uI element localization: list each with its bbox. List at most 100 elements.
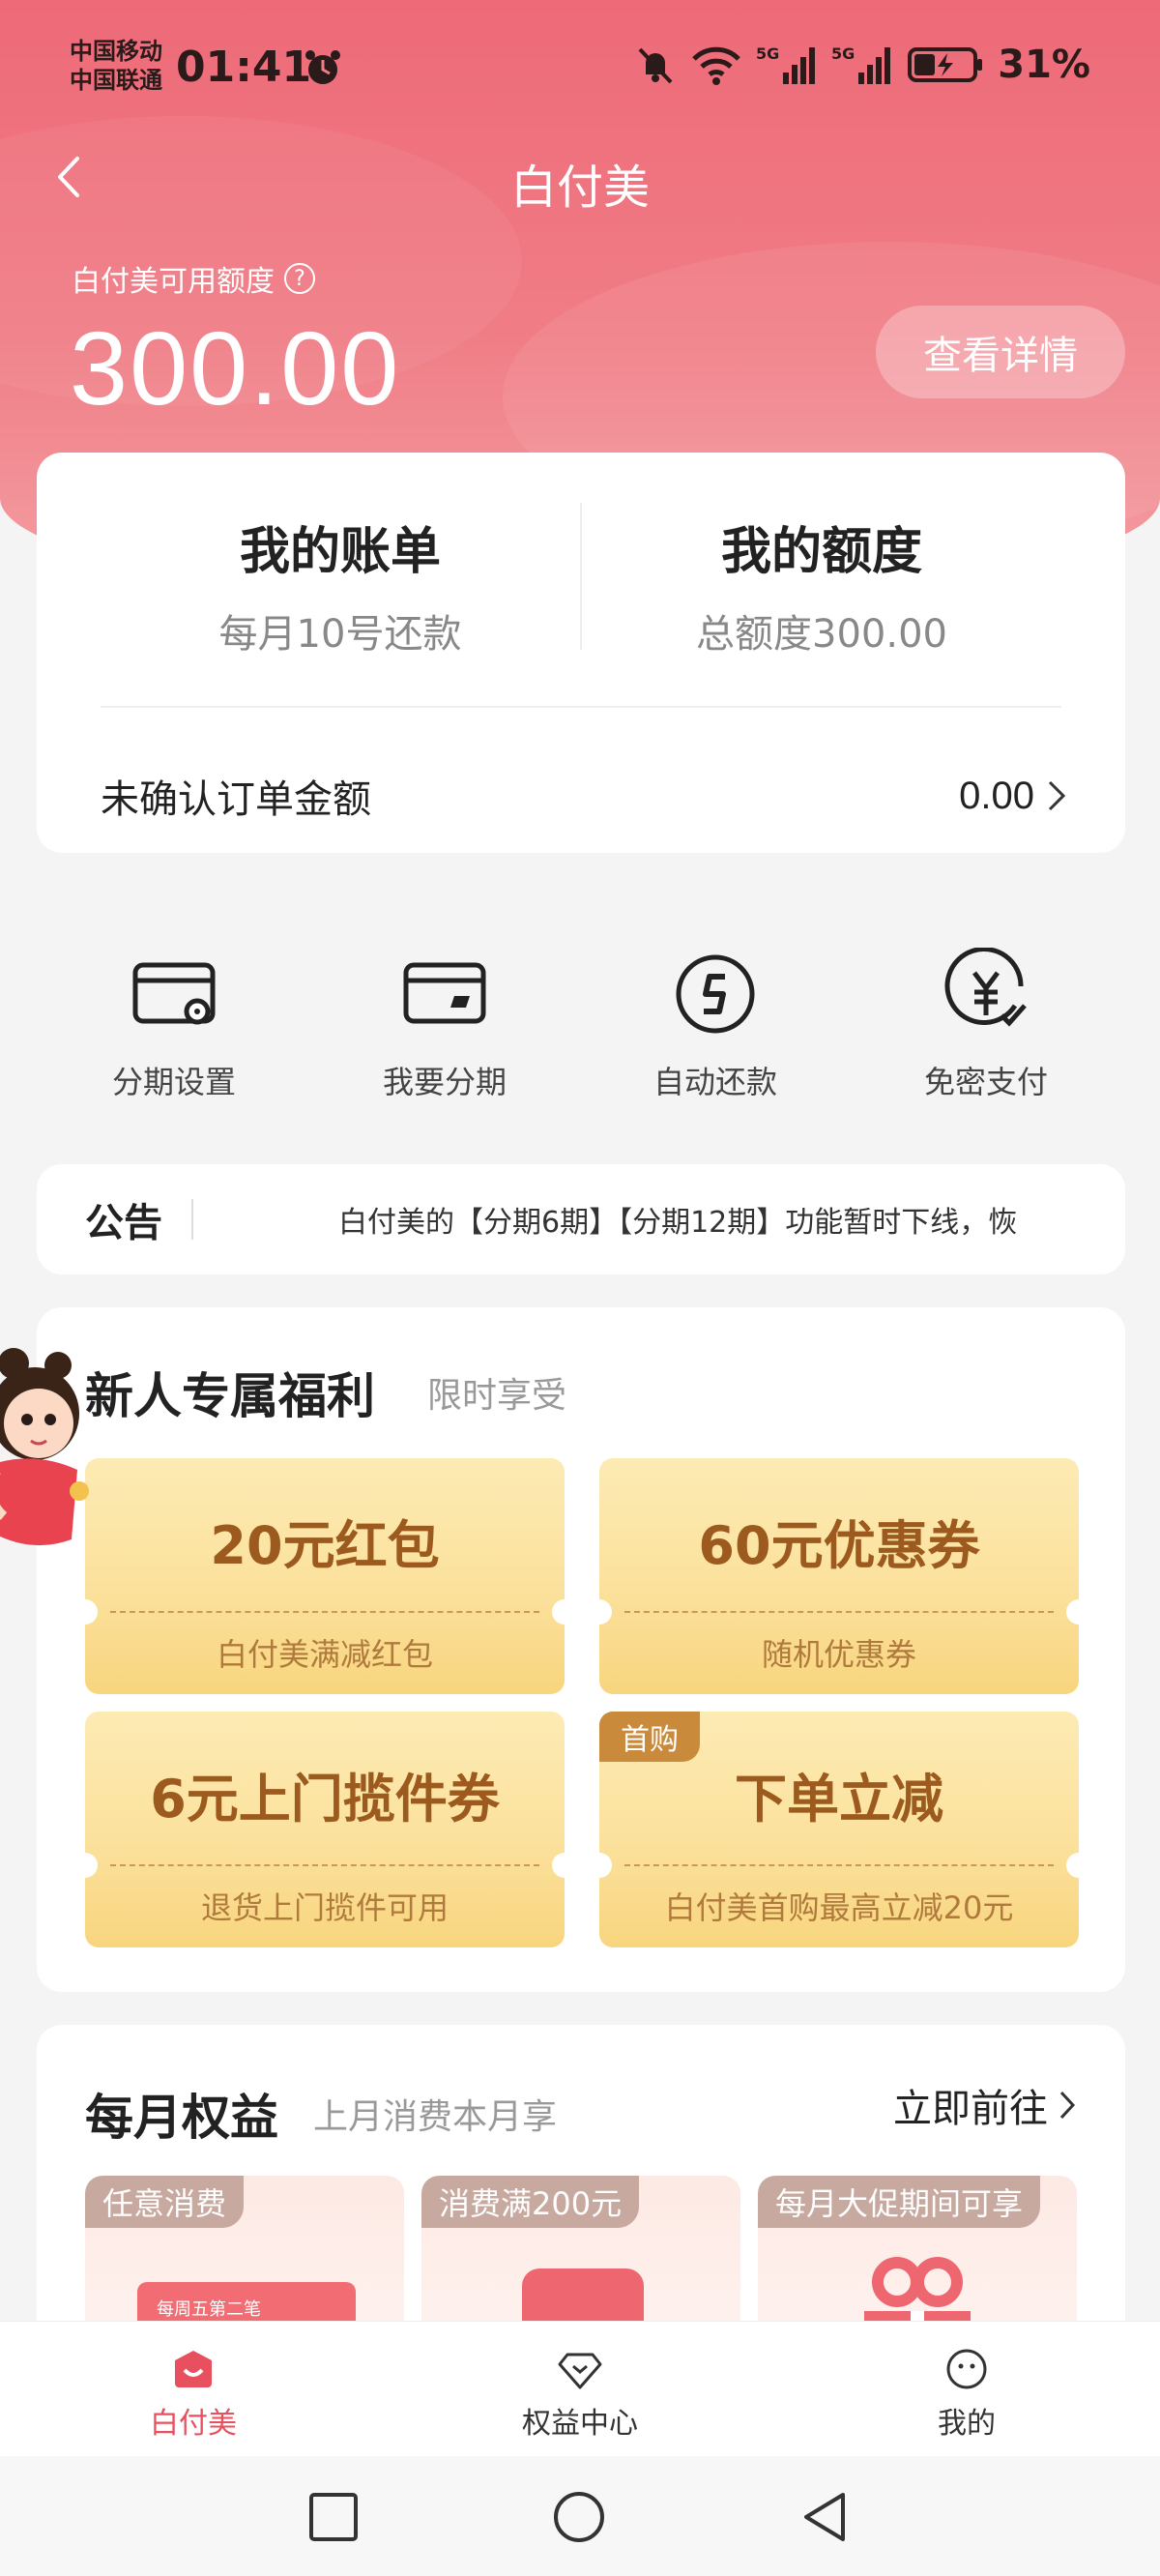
available-credit-amount: 300.00 [70, 309, 401, 426]
auto-repay-icon [676, 954, 755, 1034]
page-title: 白付美 [509, 161, 650, 215]
coupon-notch [587, 1853, 612, 1878]
tab-label: 权益中心 [522, 2407, 638, 2441]
quick-action-label: 分期设置 [111, 1064, 236, 1100]
back-triangle-icon[interactable] [798, 2491, 851, 2543]
top-navigation: 白付美 [0, 135, 1160, 222]
yen-check-icon [944, 948, 1027, 1027]
quick-actions: 分期设置 我要分期 自动还款 免密支付 [39, 948, 1121, 1102]
newbie-benefits-subtitle: 限时享受 [427, 1376, 567, 1416]
coupon-card[interactable]: 首购 下单立减 白付美首购最高立减20元 [587, 1712, 1091, 1947]
alarm-icon [305, 50, 340, 84]
coupon-card[interactable]: 6元上门揽件券 退货上门揽件可用 [72, 1712, 577, 1947]
quick-action-password-free-pay[interactable]: 免密支付 [851, 948, 1121, 1102]
my-limit-title: 我的额度 [720, 523, 922, 581]
coupon-subtitle: 白付美满减红包 [216, 1636, 433, 1673]
monthly-benefits-title: 每月权益 [85, 2090, 278, 2146]
recent-apps-icon[interactable] [309, 2493, 358, 2541]
available-credit-label: 白付美可用额度 ? [72, 257, 315, 300]
coupon-notch [552, 1599, 577, 1625]
status-time: 01:41 [176, 43, 312, 92]
coupon-notch [72, 1599, 98, 1625]
coupon-divider [110, 1611, 539, 1613]
chevron-right-icon [1059, 2091, 1076, 2120]
coupon-divider [624, 1864, 1054, 1866]
coupon-subtitle: 随机优惠券 [761, 1636, 916, 1673]
account-summary-card: 我的账单 每月10号还款 我的额度 总额度300.00 未确认订单金额 0.00 [37, 453, 1125, 853]
battery-percent: 31% [998, 43, 1090, 87]
card-settings-icon [132, 962, 216, 1025]
perk-tag: 任意消费 [85, 2176, 245, 2228]
coupon-divider [624, 1611, 1054, 1613]
quick-action-label: 免密支付 [923, 1064, 1048, 1100]
coupon-notch [1066, 1599, 1091, 1625]
coupon-card[interactable]: 60元优惠券 随机优惠券 [587, 1458, 1091, 1694]
wifi-icon [692, 46, 741, 85]
my-bill-title: 我的账单 [239, 523, 441, 581]
tab-baifumei[interactable]: 白付美 [0, 2322, 387, 2456]
signal-5g-icon: 5G [831, 44, 891, 84]
svg-text:5G: 5G [756, 44, 779, 63]
first-purchase-badge: 首购 [599, 1712, 700, 1762]
my-bill-entry[interactable]: 我的账单 每月10号还款 [99, 511, 582, 659]
card-installment-icon [403, 962, 486, 1024]
my-limit-entry[interactable]: 我的额度 总额度300.00 [580, 511, 1063, 659]
perk-tag: 消费满200元 [421, 2176, 640, 2228]
coupon-notch [587, 1599, 612, 1625]
tab-label: 我的 [938, 2407, 996, 2441]
battery-charging-icon [908, 47, 983, 82]
view-details-button[interactable]: 查看详情 [876, 306, 1125, 398]
coupon-subtitle: 退货上门揽件可用 [200, 1889, 449, 1926]
svg-text:5G: 5G [831, 44, 855, 63]
carrier-info: 中国移动 中国联通 [70, 37, 162, 95]
mascot-girl-illustration[interactable] [0, 1346, 97, 1597]
unconfirmed-orders-value: 0.00 [959, 774, 1034, 817]
tab-benefits-center[interactable]: 权益中心 [387, 2322, 773, 2456]
coupon-title: 60元优惠券 [698, 1515, 980, 1576]
unconfirmed-orders-row[interactable]: 未确认订单金额 0.00 [101, 743, 1067, 849]
home-circle-icon[interactable] [553, 2491, 605, 2543]
home-bag-icon [175, 2351, 212, 2387]
envelope-card-text: 每周五第二笔 [157, 2299, 261, 2320]
coupon-notch [1066, 1853, 1091, 1878]
profile-face-icon [946, 2349, 987, 2389]
quick-action-installment-settings[interactable]: 分期设置 [39, 948, 309, 1102]
tab-label: 白付美 [150, 2407, 237, 2441]
diamond-icon [558, 2353, 602, 2389]
go-now-link[interactable]: 立即前往 [893, 2077, 1077, 2133]
coupon-title: 下单立减 [735, 1769, 943, 1830]
coupon-divider [110, 1864, 539, 1866]
coupon-subtitle: 白付美首购最高立减20元 [664, 1889, 1014, 1926]
divider [101, 706, 1061, 708]
my-bill-subtitle: 每月10号还款 [218, 612, 462, 657]
system-navigation-bar [0, 2456, 1160, 2576]
unconfirmed-orders-label: 未确认订单金额 [101, 777, 371, 822]
question-icon[interactable]: ? [284, 263, 315, 294]
quick-action-installment[interactable]: 我要分期 [309, 948, 580, 1102]
my-limit-subtitle: 总额度300.00 [696, 612, 947, 657]
coupon-notch [72, 1853, 98, 1878]
mute-icon [638, 47, 673, 84]
perk-tag: 每月大促期间可享 [758, 2176, 1041, 2228]
coupon-title: 6元上门揽件券 [150, 1769, 500, 1830]
available-credit-text: 白付美可用额度 [72, 265, 275, 299]
announcement-bar[interactable]: 公告 白付美的【分期6期】【分期12期】功能暂时下线，恢 [37, 1164, 1125, 1274]
status-bar: 中国移动 中国联通 01:41 5G 5G 31% [0, 27, 1160, 114]
unconfirmed-orders-value-wrap: 0.00 [959, 775, 1067, 818]
coupon-title: 20元红包 [210, 1515, 440, 1576]
quick-action-label: 我要分期 [382, 1064, 507, 1100]
tab-mine[interactable]: 我的 [773, 2322, 1160, 2456]
divider [191, 1199, 193, 1240]
carrier-1: 中国移动 [70, 38, 162, 65]
signal-5g-icon: 5G [756, 44, 816, 84]
carrier-2: 中国联通 [70, 67, 162, 94]
newbie-benefits-card: 新人专属福利 限时享受 20元红包 白付美满减红包 60元优惠券 随机优惠券 6… [37, 1307, 1125, 1992]
quick-action-auto-repay[interactable]: 自动还款 [580, 948, 851, 1102]
newbie-benefits-title: 新人专属福利 [85, 1368, 375, 1424]
announcement-text: 白付美的【分期6期】【分期12期】功能暂时下线，恢 [338, 1206, 1018, 1240]
monthly-benefits-subtitle: 上月消费本月享 [313, 2097, 558, 2137]
announcement-title: 公告 [85, 1201, 162, 1245]
coupon-card[interactable]: 20元红包 白付美满减红包 [72, 1458, 577, 1694]
quick-action-label: 自动还款 [652, 1064, 777, 1100]
go-now-label: 立即前往 [893, 2087, 1048, 2131]
